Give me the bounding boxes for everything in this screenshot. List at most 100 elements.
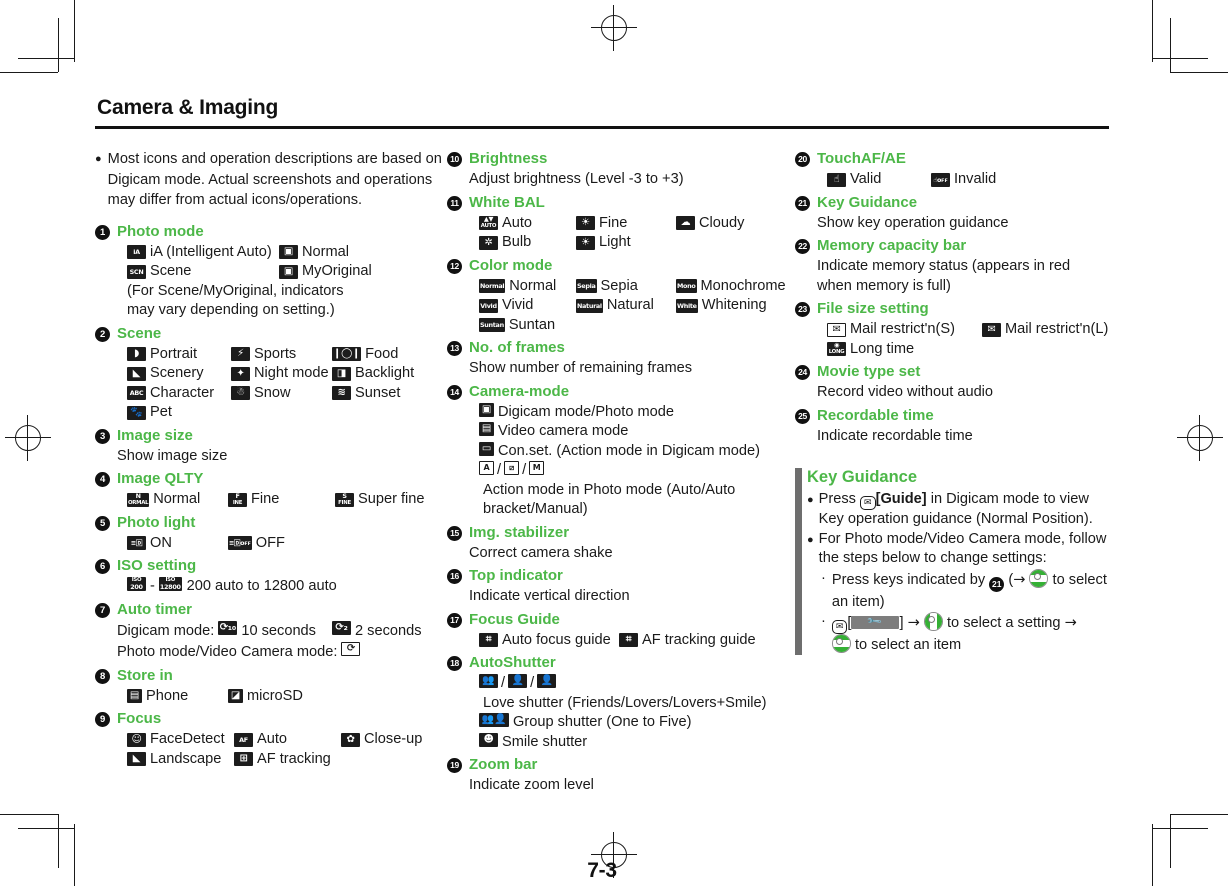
nav-key-up-down-icon[interactable] xyxy=(831,633,851,653)
icon-label: Video camera mode xyxy=(498,423,629,439)
intro-note: ● Most icons and operation descriptions … xyxy=(95,149,447,211)
my-original-camera-icon: ▣ xyxy=(279,264,298,279)
entry-top-indicator: 16 Top indicator Indicate vertical direc… xyxy=(447,566,795,607)
entry-number: 1 xyxy=(95,224,110,240)
icon-rows: N ORMAL Normal F INE Fine S FINE Super fine xyxy=(117,490,447,510)
night-mode-icon: ✦ xyxy=(231,366,250,381)
entry-title: Focus xyxy=(117,710,162,727)
icon-label: 200 auto to 12800 auto xyxy=(186,578,337,594)
entry-title: TouchAF/AE xyxy=(817,150,906,167)
sunset-icon: ≋ xyxy=(332,386,351,401)
color-mono-icon: Mono xyxy=(676,279,697,294)
entry-number: 19 xyxy=(447,758,462,773)
icon-label: Auto xyxy=(257,731,288,747)
entry-file-size-setting: 23 File size setting ✉ Mail restrict'n(S)… xyxy=(795,299,1109,359)
crop-mark-top-right-v xyxy=(1152,0,1153,62)
icon-label: Normal xyxy=(302,243,350,260)
auto-timer-lines: Digicam mode: ⟳₁₀ 10 seconds ⟳₂ 2 second… xyxy=(117,620,447,663)
wb-bulb-icon: ✲ xyxy=(479,235,498,250)
phone-storage-icon: ▤ xyxy=(127,689,142,704)
entry-number: 17 xyxy=(447,612,462,628)
entry-camera-mode: 14 Camera-mode ▣ Digicam mode/Photo mode… xyxy=(447,382,795,520)
entry-number: 25 xyxy=(795,408,810,424)
icon-label: Auto xyxy=(502,214,533,231)
entry-description: Indicate memory status (appears in red w… xyxy=(817,258,1071,294)
icon-rows: iA iA (Intelligent Auto) ▣ Normal SCN Scene… xyxy=(117,243,447,321)
icon-label: Portrait xyxy=(150,345,198,362)
landscape-focus-icon: ◣ xyxy=(127,752,146,767)
color-suntan-icon: Suntan xyxy=(479,318,505,333)
entry-title: Scene xyxy=(117,324,162,342)
icon-label: OFF xyxy=(255,534,285,551)
entry-number: 8 xyxy=(95,668,110,684)
photo-light-on-icon: ≡🄳 xyxy=(127,536,146,551)
crop-mark-top-left-inner-h xyxy=(18,58,74,59)
icon-label: Con.set. (Action mode in Digicam mode) xyxy=(498,442,760,459)
photo-light-off-icon: ≡🄳ᴏꜰꜰ xyxy=(228,536,252,551)
icon-label: Action mode in Photo mode (Auto/Auto bra… xyxy=(483,481,736,518)
icon-label: Love shutter (Friends/Lovers/Lovers+Smil… xyxy=(483,694,767,711)
scn-icon: SCN xyxy=(127,264,146,279)
photo-mode-note: (For Scene/MyOriginal, indicators may va… xyxy=(127,282,344,319)
nav-key-up-down-icon[interactable] xyxy=(1029,568,1049,588)
substep-dot-icon: · xyxy=(821,569,826,586)
color-whitening-icon: White xyxy=(676,298,698,313)
entry-number: 10 xyxy=(447,152,462,167)
registration-mark-top xyxy=(591,5,637,51)
mail-key-icon[interactable]: ✉ xyxy=(860,496,876,510)
character-abc-icon: ABC xyxy=(127,386,146,401)
icon-label: Whitening xyxy=(701,297,767,313)
entry-brightness: 10 Brightness Adjust brightness (Level -… xyxy=(447,149,795,190)
wb-light-icon: ☀ xyxy=(576,235,595,250)
icon-label: Invalid xyxy=(954,171,997,187)
arrow-icon: → xyxy=(907,613,920,631)
icon-rows: ≡🄳 ON ≡🄳ᴏꜰꜰ OFF xyxy=(117,534,447,554)
icon-rows: ISO 200 - ISO 12800 200 auto to 12800 auto xyxy=(117,577,447,597)
crop-mark-top-left-inner-v xyxy=(58,18,59,72)
entry-number: 6 xyxy=(95,559,110,574)
iso-range-dash: - xyxy=(150,578,155,594)
entry-title: Top indicator xyxy=(469,567,563,584)
sports-icon: ⚡ xyxy=(231,347,250,362)
crop-mark-bottom-left-h xyxy=(0,814,58,815)
entry-no-of-frames: 13 No. of frames Show number of remainin… xyxy=(447,338,795,379)
callout-substep-2: · ✉[🔧] → to select a setting → to select… xyxy=(807,611,1109,655)
auto-focus-guide-icon: ⌗ xyxy=(479,633,498,648)
auto-focus-af-icon: AF xyxy=(234,732,253,747)
settings-wrench-button-icon[interactable]: 🔧 xyxy=(851,613,900,630)
icon-label: AF tracking guide xyxy=(642,631,756,648)
quality-fine-icon: F INE xyxy=(228,492,247,507)
callout-substep-1: · Press keys indicated by 21 (→ to selec… xyxy=(807,568,1109,612)
entry-title: White BAL xyxy=(469,193,545,211)
entry-number: 5 xyxy=(95,515,110,531)
timer-10s-label: 10 seconds xyxy=(241,622,316,639)
icon-label: Auto focus guide xyxy=(502,631,611,648)
icon-label: Fine xyxy=(599,214,628,231)
arrow-icon: → xyxy=(1013,570,1026,588)
entry-photo-light: 5 Photo light ≡🄳 ON ≡🄳ᴏꜰꜰ OFF xyxy=(95,513,447,554)
icon-label: ON xyxy=(150,534,172,551)
crop-mark-bottom-left-inner-h xyxy=(18,828,74,829)
entry-recordable-time: 25 Recordable time Indicate recordable t… xyxy=(795,406,1109,447)
icon-label: Food xyxy=(365,345,399,362)
icon-label: Sports xyxy=(254,345,297,362)
entry-auto-timer: 7 Auto timer Digicam mode: ⟳₁₀ 10 second… xyxy=(95,600,447,663)
mail-key-icon[interactable]: ✉ xyxy=(831,619,848,634)
icon-rows: ▲▼ AUTO Auto ☀ Fine ☁ Cloudy ✲ Bulb ☀ Light xyxy=(469,214,795,253)
icon-label: Super fine xyxy=(358,491,425,507)
icon-rows: ◗ Portrait ⚡ Sports ❙◯❙ Food ◣ Scenery ✦ Nigh… xyxy=(117,345,447,423)
crop-mark-bottom-right-inner-v xyxy=(1170,814,1171,868)
touch-invalid-icon: ☝ᴏꜰꜰ xyxy=(931,172,950,187)
entry-number: 15 xyxy=(447,525,462,541)
entry-number: 24 xyxy=(795,365,810,380)
guide-key-label: [Guide] xyxy=(875,491,927,507)
color-normal-icon: Normal xyxy=(479,279,506,294)
entry-photo-mode: 1 Photo mode iA iA (Intelligent Auto) ▣ No… xyxy=(95,222,447,321)
icon-label: Pet xyxy=(150,404,172,420)
icon-label: MyOriginal xyxy=(302,263,372,279)
icon-label: Sunset xyxy=(355,384,401,401)
entry-description: Record video without audio xyxy=(817,384,994,400)
nav-key-left-right-icon[interactable] xyxy=(923,611,943,631)
icon-label: Suntan xyxy=(508,316,556,333)
face-detect-icon: ☺ xyxy=(127,732,146,747)
